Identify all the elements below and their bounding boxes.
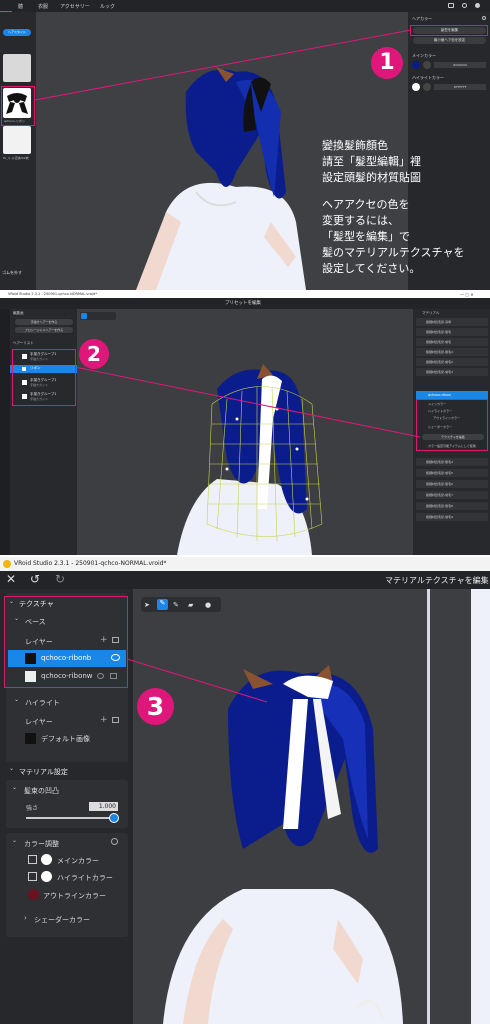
jp-line-3: 「髪型を編集」で: [322, 230, 410, 243]
panel-1: 體 衣服 アクセサリー ルック ヘアスタイル qchoco-リボン Tu_リ-ル…: [0, 0, 490, 290]
jp-line-2: 変更するには、: [322, 214, 399, 227]
zh-line-3: 設定頭髮的材質貼圖: [322, 171, 421, 184]
zh-line-2: 請至「髮型編輯」裡: [322, 155, 421, 168]
zh-line-1: 變換髮飾顏色: [322, 139, 388, 152]
jp-line-4: 髪のマテリアルテクスチャを: [322, 246, 465, 259]
connector-line-3: [126, 658, 268, 703]
step-badge-3: 3: [137, 688, 174, 725]
step-badge-1: 1: [371, 47, 403, 79]
jp-line-1: ヘアアクセの色を: [322, 198, 410, 211]
annotation-zh: 變換髮飾顏色 請至「髮型編輯」裡 設定頭髮的材質貼圖: [322, 138, 421, 186]
jp-line-5: 設定してください。: [322, 262, 421, 275]
connector-line-2: [74, 366, 421, 438]
step-badge-2: 2: [79, 339, 109, 369]
panel-2: VRoid Studio 2.3.1 - 250901-qchco-NORMAL…: [0, 291, 490, 555]
panel-3: VRoid Studio 2.3.1 - 250901-qchco-NORMAL…: [0, 557, 490, 1024]
annotation-jp: ヘアアクセの色を 変更するには、 「髪型を編集」で 髪のマテリアルテクスチャを …: [322, 197, 464, 277]
